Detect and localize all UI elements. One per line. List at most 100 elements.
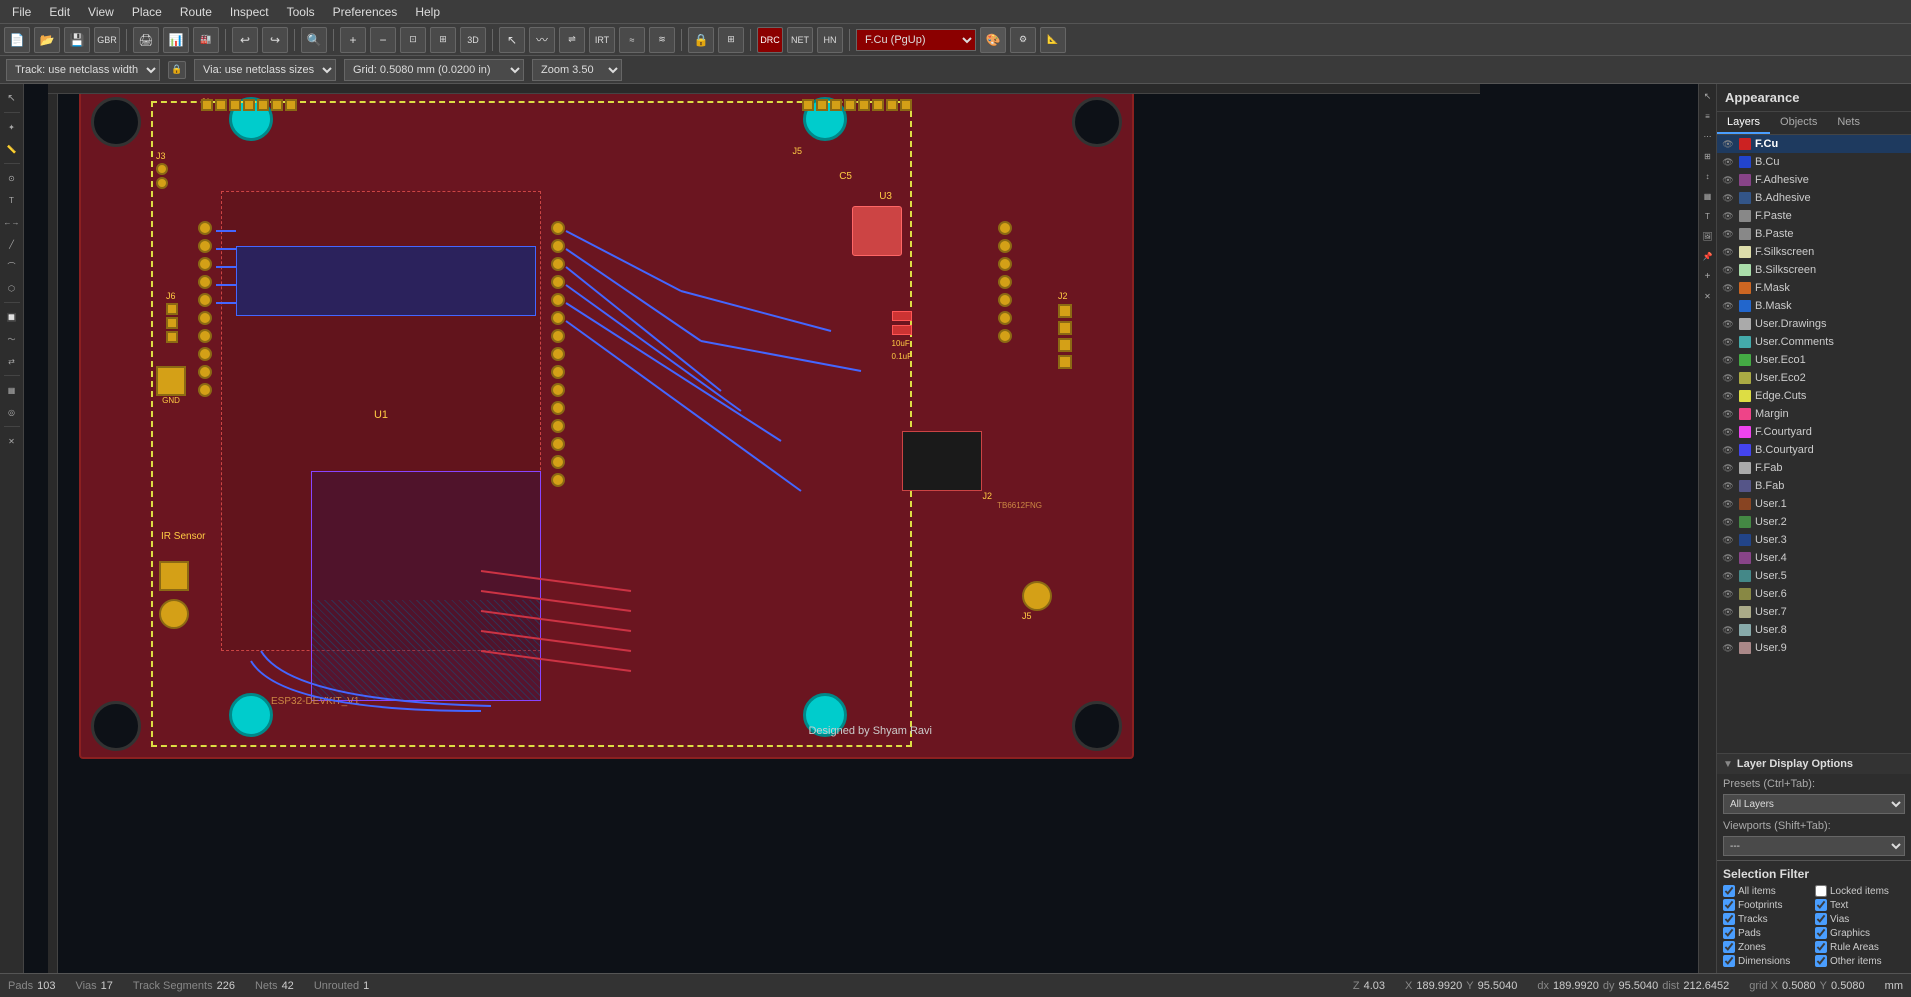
layer-item-user-eco2[interactable]: 👁 User.Eco2 [1717,369,1911,387]
layer-color-swatch[interactable] [1739,300,1751,312]
layer-item-margin[interactable]: 👁 Margin [1717,405,1911,423]
layer-item-user-drawings[interactable]: 👁 User.Drawings [1717,315,1911,333]
layer-item-b-mask[interactable]: 👁 B.Mask [1717,297,1911,315]
zoom-fit-button[interactable]: ⊡ [400,27,426,53]
sel-checkbox-rule-areas[interactable] [1815,941,1827,953]
menu-place[interactable]: Place [124,3,170,21]
sel-checkbox-dimensions[interactable] [1723,955,1735,967]
zoom-select-button[interactable]: ⊞ [430,27,456,53]
interactive-router-button[interactable]: IRT [589,27,615,53]
layer-item-user-3[interactable]: 👁 User.3 [1717,531,1911,549]
layer-item-f-fab[interactable]: 👁 F.Fab [1717,459,1911,477]
menu-help[interactable]: Help [407,3,448,21]
sel-checkbox-tracks[interactable] [1723,913,1735,925]
layer-color-swatch[interactable] [1739,642,1751,654]
tab-layers[interactable]: Layers [1717,112,1770,134]
length-tune-button[interactable]: ≈ [619,27,645,53]
update-pcb-button[interactable]: NET [787,27,813,53]
arc-tool[interactable]: ⌒ [2,256,22,276]
pad-tool[interactable]: ⊙ [2,168,22,188]
zoom-3d-button[interactable]: 3D [460,27,486,53]
flip-rt[interactable]: ↕ [1700,168,1716,184]
pcb-canvas-area[interactable]: J1 J3 [24,84,1698,973]
search-button[interactable]: 🔍 [301,27,327,53]
drc-button[interactable]: DRC [757,27,783,53]
layer-item-user-2[interactable]: 👁 User.2 [1717,513,1911,531]
grid-select[interactable]: Grid: 0.5080 mm (0.0200 in) [344,59,524,81]
poly-tool[interactable]: ⬡ [2,278,22,298]
print-button[interactable]: 🖨 [133,27,159,53]
layer-item-user-9[interactable]: 👁 User.9 [1717,639,1911,657]
text-tool[interactable]: T [2,190,22,210]
lock-button[interactable]: 🔒 [688,27,714,53]
board-setup-button[interactable]: 📐 [1040,27,1066,53]
zone-fill-tool[interactable]: ▦ [2,380,22,400]
layer-color-swatch[interactable] [1739,480,1751,492]
layer-color-swatch[interactable] [1739,624,1751,636]
layer-item-f-courtyard[interactable]: 👁 F.Courtyard [1717,423,1911,441]
layer-color-swatch[interactable] [1739,336,1751,348]
pin-rt[interactable]: 📌 [1700,248,1716,264]
redo-button[interactable]: ↪ [262,27,288,53]
layer-color-swatch[interactable] [1739,156,1751,168]
diff-pair-button[interactable]: ⇌ [559,27,585,53]
via-tool[interactable]: ◎ [2,402,22,422]
menu-preferences[interactable]: Preferences [325,3,406,21]
layer-color-swatch[interactable] [1739,246,1751,258]
layer-color-swatch[interactable] [1739,210,1751,222]
sel-checkbox-graphics[interactable] [1815,927,1827,939]
layer-item-f-paste[interactable]: 👁 F.Paste [1717,207,1911,225]
layer-color-swatch[interactable] [1739,372,1751,384]
menu-inspect[interactable]: Inspect [222,3,277,21]
diff-tune-button[interactable]: ≋ [649,27,675,53]
group-button[interactable]: ⊞ [718,27,744,53]
layer-color-swatch[interactable] [1739,552,1751,564]
select-button[interactable]: ↖ [499,27,525,53]
layer-color-swatch[interactable] [1739,174,1751,186]
layer-color-swatch[interactable] [1739,282,1751,294]
erase-rt[interactable]: ✕ [1700,288,1716,304]
layer-color-swatch[interactable] [1739,192,1751,204]
presets-select[interactable]: All Layers [1723,794,1905,814]
layer-item-b-paste[interactable]: 👁 B.Paste [1717,225,1911,243]
sel-checkbox-footprints[interactable] [1723,899,1735,911]
layer-color-swatch[interactable] [1739,228,1751,240]
cursor-rt[interactable]: ↖ [1700,88,1716,104]
measure-tool[interactable]: 📏 [2,139,22,159]
layer-item-user-1[interactable]: 👁 User.1 [1717,495,1911,513]
via-size-select[interactable]: Via: use netclass sizes [194,59,336,81]
zone-rt[interactable]: ▦ [1700,188,1716,204]
layer-color-swatch[interactable] [1739,264,1751,276]
sel-checkbox-vias[interactable] [1815,913,1827,925]
zoom-out-button[interactable]: − [370,27,396,53]
layer-color-swatch[interactable] [1739,588,1751,600]
layer-item-f-silkscreen[interactable]: 👁 F.Silkscreen [1717,243,1911,261]
line-tool[interactable]: ╱ [2,234,22,254]
layer-item-edge-cuts[interactable]: 👁 Edge.Cuts [1717,387,1911,405]
pcb-board[interactable]: J1 J3 [79,89,1134,759]
layer-item-user-eco1[interactable]: 👁 User.Eco1 [1717,351,1911,369]
grid-rt[interactable]: ⊞ [1700,148,1716,164]
layer-color-swatch[interactable] [1739,606,1751,618]
highlight-net-button[interactable]: HN [817,27,843,53]
tab-objects[interactable]: Objects [1770,112,1827,134]
menu-file[interactable]: File [4,3,39,21]
layer-color-swatch[interactable] [1739,390,1751,402]
sel-checkbox-all-items[interactable] [1723,885,1735,897]
gerber-button[interactable]: GBR [94,27,120,53]
zoom-select[interactable]: Zoom 3.50 [532,59,622,81]
sel-checkbox-text[interactable] [1815,899,1827,911]
layer-color-swatch[interactable] [1739,138,1751,150]
sel-checkbox-locked-items[interactable] [1815,885,1827,897]
layer-item-f-cu[interactable]: 👁 F.Cu [1717,135,1911,153]
route-single-tool[interactable]: 〜 [2,329,22,349]
layer-color-swatch[interactable] [1739,444,1751,456]
menu-edit[interactable]: Edit [41,3,78,21]
layer-color-swatch[interactable] [1739,570,1751,582]
cursor-tool[interactable]: ↖ [2,88,22,108]
layer-select[interactable]: F.Cu (PgUp) [856,29,976,51]
text-rt[interactable]: T [1700,208,1716,224]
layer-item-f-adhesive[interactable]: 👁 F.Adhesive [1717,171,1911,189]
layer-item-b-courtyard[interactable]: 👁 B.Courtyard [1717,441,1911,459]
save-button[interactable]: 💾 [64,27,90,53]
